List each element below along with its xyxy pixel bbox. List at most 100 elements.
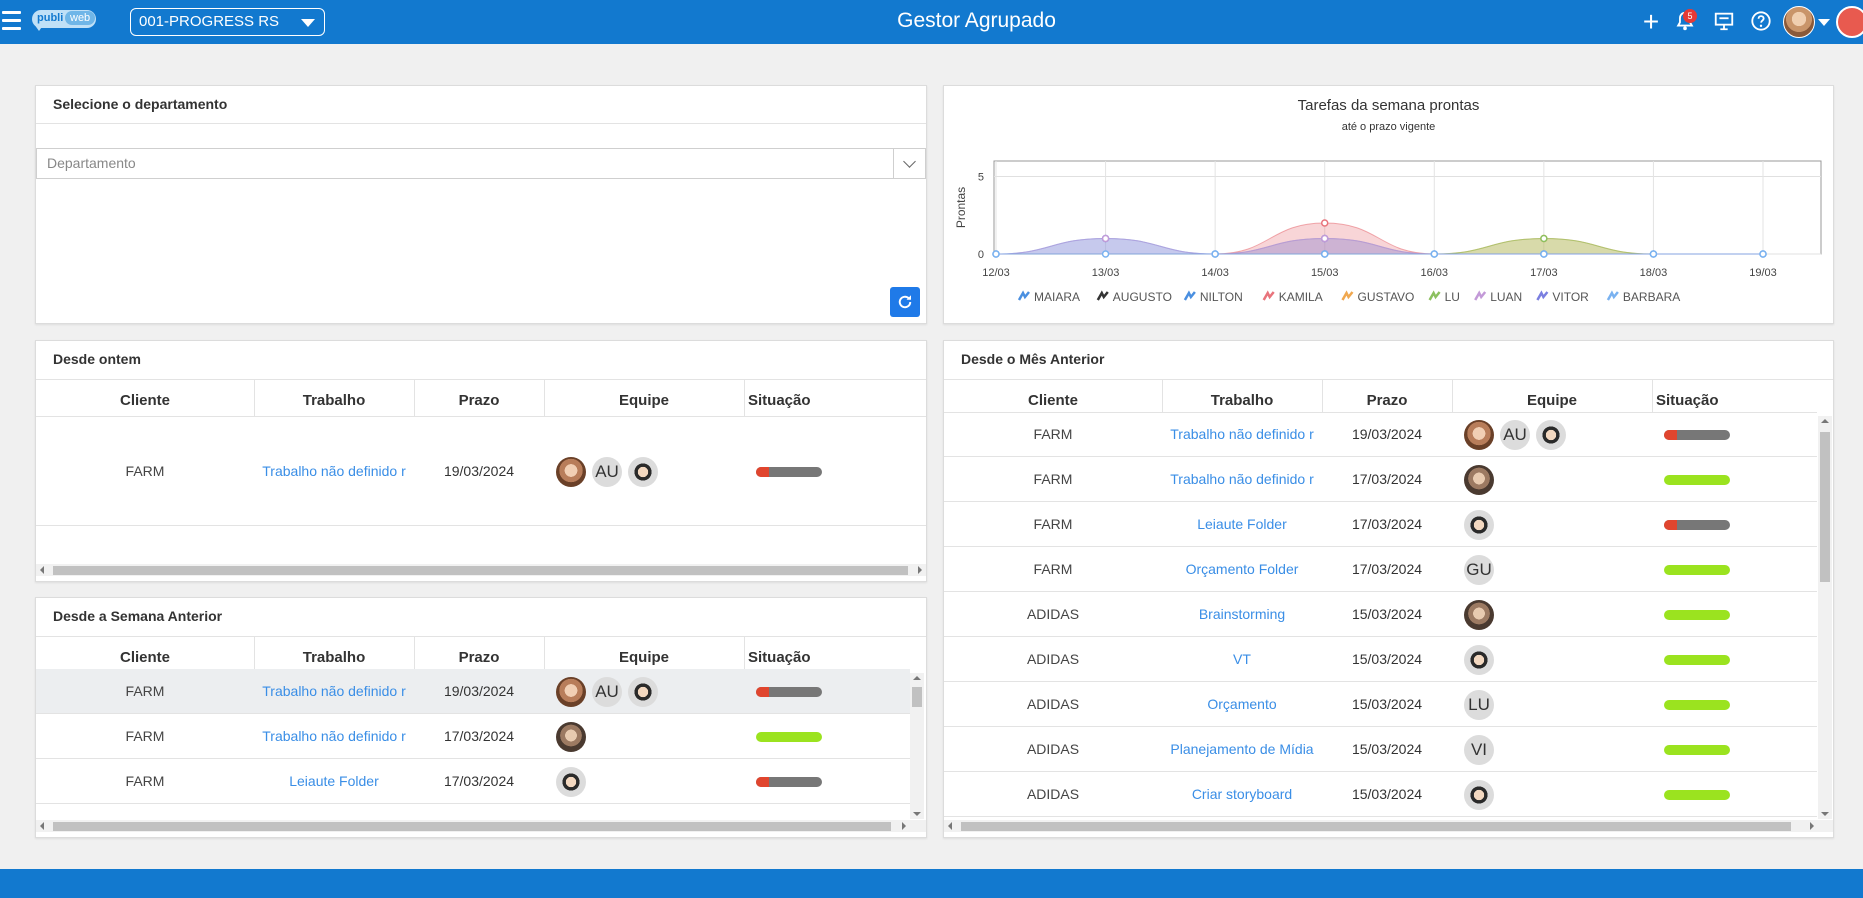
chevron-down-icon[interactable] [1818,19,1830,26]
legend-label: MAIARA [1034,290,1080,304]
column-header-trabalho[interactable]: Trabalho [254,649,414,666]
cell-trabalho-link[interactable]: Orçamento Folder [1162,561,1322,577]
cell-cliente: FARM [1033,426,1073,442]
help-icon[interactable] [1749,10,1773,34]
team-member-initials[interactable]: GU [1464,555,1494,585]
cell-trabalho-link[interactable]: Trabalho não definido r [254,683,414,699]
team-member-avatar[interactable] [628,457,658,487]
table-row[interactable]: ADIDAS Orçamento 15/03/2024 LU [944,682,1817,727]
panel-title: Desde a Semana Anterior [53,608,223,624]
cell-prazo: 17/03/2024 [443,728,515,744]
table-row[interactable]: ADIDAS Planejamento de Mídia 15/03/2024 VI [944,727,1817,772]
cell-trabalho-link[interactable]: Leiaute Folder [254,773,414,789]
column-header-equipe[interactable]: Equipe [544,649,744,666]
cell-cliente: FARM [125,463,165,479]
team-member-avatar[interactable] [1464,510,1494,540]
legend-marker [1606,290,1619,301]
legend-marker [1536,290,1549,301]
cell-trabalho-link[interactable]: Trabalho não definido r [254,728,414,744]
presentation-icon[interactable] [1712,10,1736,34]
team-member-initials[interactable]: AU [1500,420,1530,450]
table-row[interactable]: FARM Leiaute Folder 17/03/2024 [36,759,910,804]
notification-badge: 5 [1683,9,1697,23]
team-member-avatar[interactable] [628,677,658,707]
cell-trabalho-link[interactable]: VT [1162,651,1322,667]
table-row[interactable]: ADIDAS Brainstorming 15/03/2024 [944,592,1817,637]
table-row[interactable]: FARM Trabalho não definido r 17/03/2024 [944,457,1817,502]
team-member-avatar[interactable] [1536,420,1566,450]
team-member-avatar[interactable] [556,457,586,487]
panel-title: Selecione o departamento [53,96,228,112]
vertical-scrollbar[interactable] [910,673,924,819]
data-point [1211,250,1219,258]
vertical-scrollbar[interactable] [1818,416,1832,819]
cell-cliente: ADIDAS [1026,741,1080,757]
column-header-trabalho[interactable]: Trabalho [1162,392,1322,409]
cell-prazo: 17/03/2024 [1351,516,1423,532]
x-tick-label: 19/03 [1749,267,1777,279]
cell-trabalho-link[interactable]: Trabalho não definido r [1162,471,1322,487]
cell-trabalho-link[interactable]: Trabalho não definido r [1162,426,1322,442]
column-header-cliente[interactable]: Cliente [36,649,254,666]
data-point [1649,250,1658,258]
team-member-avatar[interactable] [1464,465,1494,495]
team-member-avatar[interactable] [556,677,586,707]
cell-trabalho-link[interactable]: Criar storyboard [1162,786,1322,802]
page-title: Gestor Agrupado [897,9,1056,32]
x-tick-label: 16/03 [1421,267,1449,279]
table-row[interactable]: FARM Trabalho não definido r 19/03/2024 AU [36,418,926,526]
team-member-initials[interactable]: VI [1464,735,1494,765]
column-header-trabalho[interactable]: Trabalho [254,392,414,409]
column-header-cliente[interactable]: Cliente [944,392,1162,409]
table-row[interactable]: ADIDAS Criar storyboard 15/03/2024 [944,772,1817,817]
cell-trabalho-link[interactable]: Trabalho não definido r [254,463,414,479]
table-row[interactable]: FARM Trabalho não definido r 19/03/2024 AU [36,669,910,714]
desde-mes-panel: Desde o Mês Anterior Cliente Trabalho Praz… [943,340,1834,838]
top-bar: publi web 001-PROGRESS RS Gestor Agrupad… [0,0,1863,44]
cell-trabalho-link[interactable]: Orçamento [1162,696,1322,712]
column-header-prazo[interactable]: Prazo [414,392,544,409]
plus-icon[interactable]: + [1639,8,1663,36]
table-row[interactable]: FARM Orçamento Folder 17/03/2024 GU [944,547,1817,592]
legend-label: LUAN [1490,290,1522,304]
refresh-button[interactable] [890,287,920,317]
table-row[interactable]: FARM Trabalho não definido r 17/03/2024 [36,714,910,759]
cell-trabalho-link[interactable]: Planejamento de Mídia [1162,741,1322,757]
status-progress-bar [756,777,822,787]
cell-trabalho-link[interactable]: Brainstorming [1162,606,1322,622]
team-member-avatar[interactable] [556,767,586,797]
table-row[interactable]: FARM Leiaute Folder 17/03/2024 [944,502,1817,547]
panel-title: Desde o Mês Anterior [961,351,1105,367]
column-header-prazo[interactable]: Prazo [1322,392,1452,409]
team-member-avatar[interactable] [1464,600,1494,630]
column-header-equipe[interactable]: Equipe [1452,392,1652,409]
column-header-cliente[interactable]: Cliente [36,392,254,409]
table-row[interactable]: ADIDAS VT 15/03/2024 [944,637,1817,682]
team-member-initials[interactable]: AU [592,457,622,487]
horizontal-scrollbar[interactable] [36,564,926,576]
department-panel: Selecione o departamento Departamento [35,85,927,324]
column-header-equipe[interactable]: Equipe [544,392,744,409]
data-point [1320,219,1329,227]
logout-icon[interactable] [1836,6,1863,38]
chevron-down-icon [903,155,916,168]
column-header-situacao[interactable]: Situação [1656,392,1796,409]
team-member-initials[interactable]: LU [1464,690,1494,720]
team-member-avatar[interactable] [1464,780,1494,810]
column-header-situacao[interactable]: Situação [748,649,888,666]
horizontal-scrollbar[interactable] [944,820,1833,832]
column-header-situacao[interactable]: Situação [748,392,888,409]
department-select[interactable]: Departamento [36,148,926,179]
cell-cliente: ADIDAS [1026,696,1080,712]
cell-trabalho-link[interactable]: Leiaute Folder [1162,516,1322,532]
status-progress-bar [1664,565,1730,575]
team-member-avatar[interactable] [556,722,586,752]
user-avatar[interactable] [1783,6,1815,38]
data-point [1101,234,1110,243]
team-member-avatar[interactable] [1464,420,1494,450]
team-member-avatar[interactable] [1464,645,1494,675]
column-header-prazo[interactable]: Prazo [414,649,544,666]
horizontal-scrollbar[interactable] [36,820,926,832]
table-row[interactable]: FARM Trabalho não definido r 19/03/2024 AU [944,412,1817,457]
team-member-initials[interactable]: AU [592,677,622,707]
